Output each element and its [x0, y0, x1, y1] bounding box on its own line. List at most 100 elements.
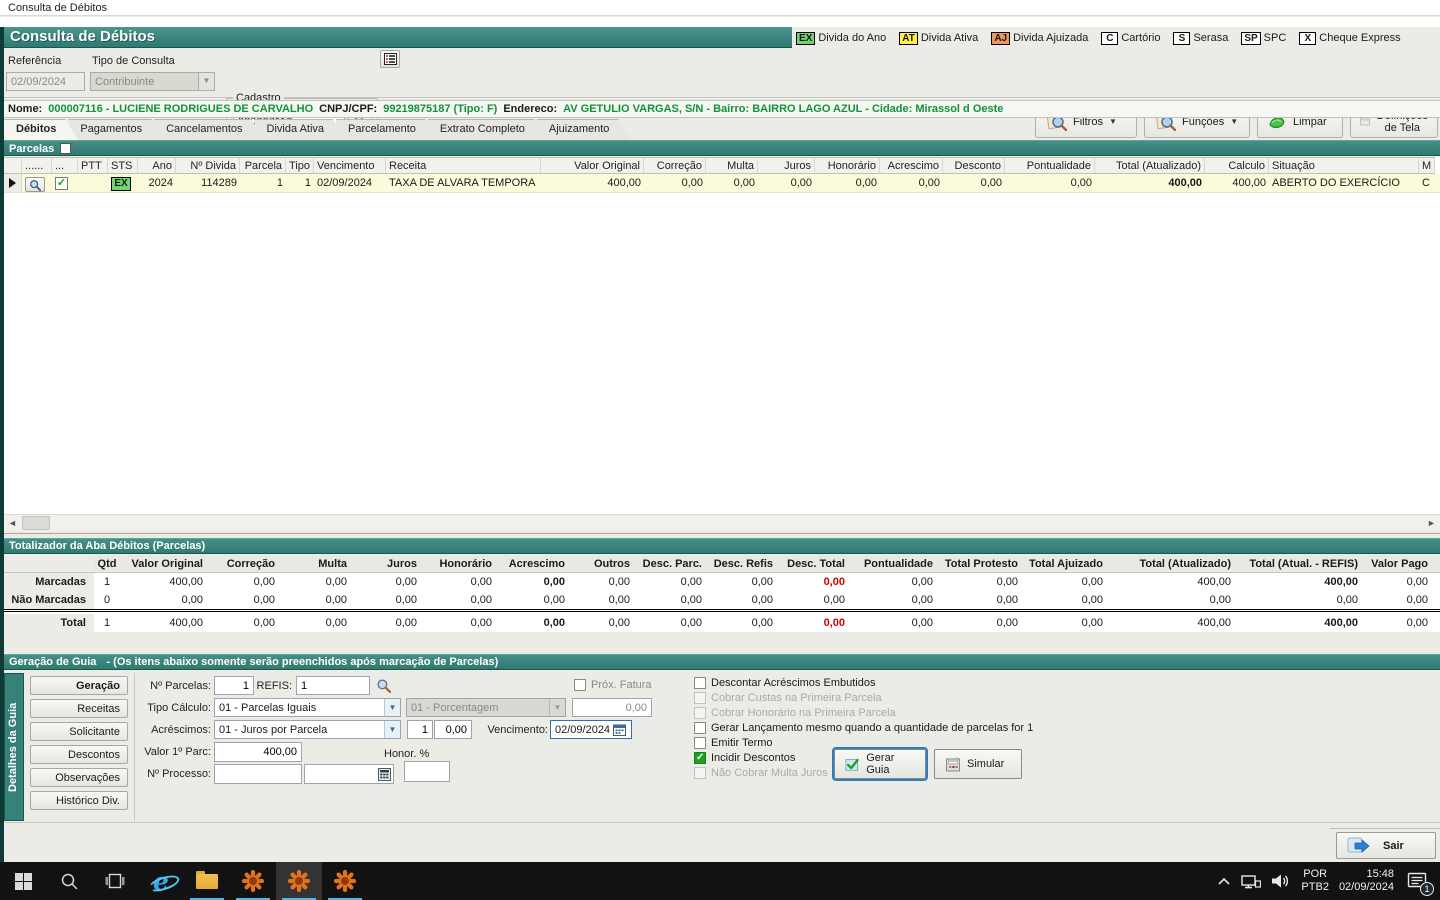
doc-label: CNPJ/CPF:	[319, 103, 377, 115]
grid-row[interactable]: ✓EX20241142891102/09/2024TAXA DE ALVARA …	[4, 174, 1440, 193]
totalizer-table: QtdValor OriginalCorreçãoMultaJurosHonor…	[4, 555, 1440, 632]
legend: EXDivida do AnoATDivida AtivaAJDivida Aj…	[796, 29, 1440, 47]
row-magnifier-button[interactable]	[25, 177, 45, 192]
totalizer-value: 0,00	[1364, 614, 1434, 632]
honor-input[interactable]	[404, 761, 450, 782]
tab-d-bitos[interactable]: Débitos	[4, 119, 78, 140]
valor1-input[interactable]	[214, 742, 302, 762]
tipo-calculo-value: 01 - Parcelas Iguais	[219, 702, 316, 714]
file-explorer-button[interactable]	[184, 862, 230, 900]
checkbox-icon	[694, 707, 706, 719]
chevron-down-icon: ▼	[549, 699, 565, 716]
grid-properties-button[interactable]	[380, 50, 400, 68]
processo-input-2[interactable]	[304, 764, 394, 784]
scroll-thumb[interactable]	[22, 516, 50, 530]
tab-extrato-completo[interactable]: Extrato Completo	[428, 119, 547, 140]
guide-nav-observa-es[interactable]: Observações	[30, 768, 128, 787]
referencia-input[interactable]	[6, 72, 85, 91]
clock[interactable]: 15:48 02/09/2024	[1339, 868, 1394, 894]
action-center-button[interactable]: 1	[1404, 868, 1430, 894]
guide-nav-descontos[interactable]: Descontos	[30, 745, 128, 764]
porcentagem-value: 01 - Porcentagem	[411, 702, 498, 714]
option-checkbox-3[interactable]: Cobrar Honorário na Primeira Parcela	[694, 707, 896, 719]
gerar-guia-label: Gerar Guia	[866, 752, 915, 776]
totalizer-col-header: Total Protesto	[939, 555, 1024, 572]
vencimento-input[interactable]: 02/09/2024	[550, 720, 632, 739]
porcentagem-select[interactable]: 01 - Porcentagem ▼	[406, 698, 566, 717]
legend-badge: EX	[796, 32, 815, 45]
grid-cell: C	[1419, 174, 1435, 192]
taskbar-search-button[interactable]	[46, 862, 92, 900]
tipo-calculo-select[interactable]: 01 - Parcelas Iguais ▼	[214, 698, 401, 717]
grid-cell: 0,00	[943, 174, 1005, 192]
simular-button[interactable]: Simular	[934, 749, 1022, 779]
totalizer-value: 0,00	[281, 614, 353, 632]
acrescimos-valor-input[interactable]	[434, 720, 472, 739]
option-checkbox-6[interactable]: Incidir Descontos	[694, 752, 795, 764]
acrescimos-select[interactable]: 01 - Juros por Parcela ▼	[214, 720, 401, 739]
internet-explorer-button[interactable]: e	[138, 862, 184, 900]
totalizer-value: 400,00	[1237, 614, 1364, 632]
app-flower-icon	[287, 869, 311, 893]
grid-cell: 114289	[176, 174, 240, 192]
guide-nav-hist-rico-div-[interactable]: Histórico Div.	[30, 791, 128, 810]
sair-button[interactable]: Sair	[1336, 832, 1436, 859]
network-icon[interactable]	[1241, 873, 1261, 889]
option-checkbox-4[interactable]: Gerar Lançamento mesmo quando a quantida…	[694, 722, 1033, 734]
porcentagem-num-input[interactable]	[572, 698, 652, 717]
tab-divida-ativa[interactable]: Divida Ativa	[255, 119, 346, 140]
totalizer-header-row: QtdValor OriginalCorreçãoMultaJurosHonor…	[4, 555, 1440, 573]
start-button[interactable]	[0, 862, 46, 900]
speaker-icon[interactable]	[1271, 873, 1291, 889]
option-checkbox-7[interactable]: Não Cobrar Multa Juros	[694, 767, 828, 779]
horizontal-scrollbar[interactable]: ◄ ►	[4, 514, 1440, 531]
grid-col-header: Parcela	[240, 157, 286, 174]
prox-fatura-checkbox[interactable]: Próx. Fatura	[574, 679, 652, 691]
row-checkbox[interactable]: ✓	[55, 177, 68, 190]
tab-cancelamentos[interactable]: Cancelamentos	[154, 119, 264, 140]
grid-col-header: ......	[22, 157, 52, 174]
tab-ajuizamento[interactable]: Ajuizamento	[537, 119, 632, 140]
option-checkbox-5[interactable]: Emitir Termo	[694, 737, 773, 749]
app-button-3[interactable]	[322, 862, 368, 900]
totalizer-section-bar: Totalizador da Aba Débitos (Parcelas)	[4, 538, 1440, 554]
guide-nav-gera-o[interactable]: Geração	[30, 676, 128, 695]
chevron-up-icon[interactable]	[1217, 876, 1231, 886]
tab-parcelamento[interactable]: Parcelamento	[336, 119, 438, 140]
guide-section-bar: Geração de Guia - (Os itens abaixo somen…	[4, 654, 1440, 670]
app-button-1[interactable]	[230, 862, 276, 900]
grid-col-header: M	[1419, 157, 1435, 174]
option-checkbox-1[interactable]: Descontar Acréscimos Embutidos	[694, 677, 875, 689]
option-label: Descontar Acréscimos Embutidos	[711, 677, 875, 689]
parcelas-checkbox[interactable]	[60, 143, 71, 154]
language-indicator[interactable]: POR PTB2	[1301, 868, 1329, 894]
tipo-consulta-select[interactable]: Contribuinte ▼	[90, 72, 215, 91]
detalhes-da-guia-tab[interactable]: Detalhes da Guia	[4, 673, 24, 821]
grid-col-header: Tipo	[286, 157, 314, 174]
option-checkbox-2[interactable]: Cobrar Custas na Primeira Parcela	[694, 692, 882, 704]
scroll-right-arrow[interactable]: ►	[1423, 515, 1440, 531]
app-button-2-active[interactable]	[276, 862, 322, 900]
grid-cell: 400,00	[1095, 174, 1205, 192]
grid-cell: 0,00	[758, 174, 815, 192]
app-flower-icon	[241, 869, 265, 893]
tab-strip: DébitosPagamentosCancelamentosDivida Ati…	[4, 119, 1440, 140]
tab-pagamentos[interactable]: Pagamentos	[68, 119, 164, 140]
checkbox-icon	[694, 737, 706, 749]
guide-nav-solicitante[interactable]: Solicitante	[30, 722, 128, 741]
task-view-button[interactable]	[92, 862, 138, 900]
processo-input-1[interactable]	[214, 764, 302, 784]
legend-label: Serasa	[1193, 32, 1228, 44]
refis-search-button[interactable]	[373, 675, 393, 695]
refis-input[interactable]	[296, 676, 370, 695]
gerar-guia-button[interactable]: Gerar Guia	[834, 749, 926, 779]
grid-col-header: Desconto	[943, 157, 1005, 174]
guide-nav-receitas[interactable]: Receitas	[30, 699, 128, 718]
totalizer-value: 0,00	[1024, 573, 1109, 591]
sts-badge: EX	[111, 177, 131, 191]
scroll-left-arrow[interactable]: ◄	[4, 515, 21, 531]
acrescimos-qtd-input[interactable]	[407, 720, 433, 739]
legend-label: Divida Ajuizada	[1013, 32, 1088, 44]
endereco-value: AV GETULIO VARGAS, S/N - Bairro: BAIRRO …	[563, 103, 1003, 115]
endereco-label: Endereco:	[503, 103, 557, 115]
